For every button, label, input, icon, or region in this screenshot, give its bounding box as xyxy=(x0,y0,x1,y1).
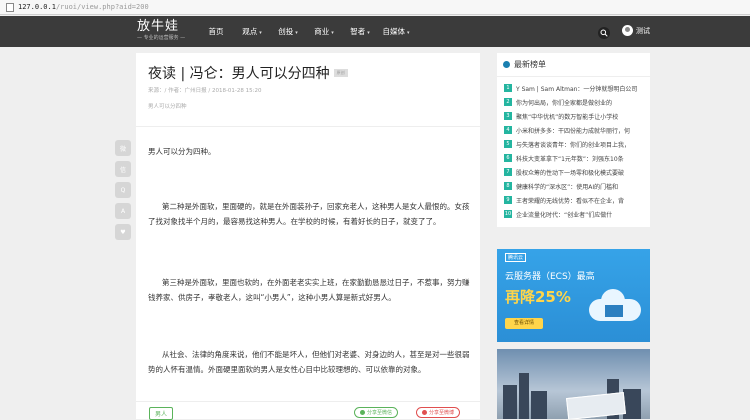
chevron-down-icon: ▾ xyxy=(295,30,298,36)
chevron-down-icon: ▾ xyxy=(259,30,262,36)
weibo-icon[interactable]: 微 xyxy=(115,140,131,156)
site-logo[interactable]: 放牛娃 — 专业的运营服务 — xyxy=(137,20,185,42)
wechat-icon[interactable]: 信 xyxy=(115,161,131,177)
list-item[interactable]: 3 聚焦“中华优机”的数万智能手让小学校 xyxy=(504,109,644,123)
logo-title: 放牛娃 xyxy=(137,19,180,34)
search-button[interactable] xyxy=(598,27,610,39)
main-menu: 首页 观点 ▾ 创投 ▾ 商业 ▾ 智者 ▾ 自媒体 ▾ xyxy=(198,16,414,47)
menu-item-opinion[interactable]: 观点 ▾ xyxy=(234,26,270,37)
list-item[interactable]: 7 股权众筹的性动下一场零和极化模式要破 xyxy=(504,165,644,179)
list-item[interactable]: 10 企业流量化时代：“创业者”们应做什 xyxy=(504,207,644,221)
menu-item-media[interactable]: 自媒体 ▾ xyxy=(378,26,414,37)
share-wechat-button[interactable]: 分享至微信 xyxy=(354,407,399,418)
article-summary: 男人可以分四种 xyxy=(148,104,187,110)
url-text[interactable]: 127.0.0.1/ruoi/view.php?aid=200 xyxy=(18,3,149,11)
list-item[interactable]: 2 你为何出局，你们全家都是做创业的 xyxy=(504,95,644,109)
article-title: 夜读 | 冯仑：男人可以分四种 xyxy=(148,66,330,82)
user-menu[interactable]: 测试 xyxy=(622,25,650,36)
building-shape xyxy=(623,389,641,419)
list-item[interactable]: 5 与失落者谈谈青年：你们的创业项目上我， xyxy=(504,137,644,151)
sidebar: 最新榜单 1Y Sam | Sam Altman：一分钟就想明白公司 2 你为何出… xyxy=(497,53,650,227)
article-meta: 来源：/ 作者：广州日报 / 2018-01-28 15:20 xyxy=(148,88,262,94)
city-photo-ad[interactable] xyxy=(497,349,650,419)
article-paragraph: 第三种是外面软，里面也软的，在外面老老实实上班，在家勤勤恳恳过日子，不惹事，努力… xyxy=(148,278,470,302)
chevron-down-icon: ▾ xyxy=(406,30,410,36)
ad-title: 云服务器（ECS）最高 xyxy=(505,272,595,282)
article-paragraph: 男人可以分为四种。 xyxy=(148,147,216,156)
original-badge: 原创 xyxy=(333,69,348,77)
menu-item-wise[interactable]: 智者 ▾ xyxy=(342,26,378,37)
hot-list-icon xyxy=(503,61,510,68)
building-shape xyxy=(503,385,517,419)
menu-item-venture[interactable]: 创投 ▾ xyxy=(270,26,306,37)
article-paragraph: 从社会、法律的角度来说，他们不能是坏人，但他们对老婆、对身边的人，甚至是对一些很… xyxy=(148,350,470,374)
chevron-down-icon: ▾ xyxy=(367,30,370,36)
list-item[interactable]: 4 小米和拼多多：干四份能力成就华丽行，何 xyxy=(504,123,644,137)
ad-headline: 再降25% xyxy=(505,288,571,306)
share-weibo-button[interactable]: 分享至微博 xyxy=(416,407,461,418)
page-icon xyxy=(6,2,14,12)
server-icon xyxy=(605,305,623,317)
list-item[interactable]: 1Y Sam | Sam Altman：一分钟就想明白公司 xyxy=(504,81,644,95)
qq-icon[interactable]: Q xyxy=(115,182,131,198)
menu-item-business[interactable]: 商业 ▾ xyxy=(306,26,342,37)
divider xyxy=(136,126,480,127)
list-item[interactable]: 9 王者荣耀的无线优势：看似不在企业，背 xyxy=(504,193,644,207)
article-tag[interactable]: 男人 xyxy=(149,407,174,420)
list-item[interactable]: 6 科技大变革拿下“1元年数”：刘强东10条 xyxy=(504,151,644,165)
font-size-icon[interactable]: A xyxy=(115,203,131,219)
browser-address-bar[interactable]: 127.0.0.1/ruoi/view.php?aid=200 xyxy=(0,0,750,15)
article-paragraph: 第二种是外面软，里面硬的，就是在外面装孙子，回家充老人，这种男人是女人最恨的。女… xyxy=(148,202,470,226)
article-title-row: 夜读 | 冯仑：男人可以分四种 原创 xyxy=(148,63,348,83)
chevron-down-icon: ▾ xyxy=(331,30,334,36)
ad-details-button[interactable]: 查看详情 xyxy=(505,318,543,329)
share-sidebar: 微 信 Q A ♥ xyxy=(115,140,131,240)
wechat-icon xyxy=(360,410,365,415)
user-name: 测试 xyxy=(636,26,650,35)
menu-item-home[interactable]: 首页 xyxy=(198,26,234,37)
hot-list-title: 最新榜单 xyxy=(514,60,546,69)
search-icon xyxy=(600,29,608,37)
top-navigation: 放牛娃 — 专业的运营服务 — 首页 观点 ▾ 创投 ▾ 商业 ▾ 智者 ▾ 自媒体 ▾ … xyxy=(0,16,750,47)
ad-brand-logo: 腾讯云 xyxy=(505,253,527,262)
list-item[interactable]: 8 健康科学的“深水区”：使用AI的门槛和 xyxy=(504,179,644,193)
article-panel: 夜读 | 冯仑：男人可以分四种 原创 来源：/ 作者：广州日报 / 2018-0… xyxy=(136,53,480,420)
weibo-icon xyxy=(422,410,427,415)
avatar xyxy=(622,25,633,36)
building-shape xyxy=(531,391,547,419)
logo-subtitle: — 专业的运营服务 — xyxy=(137,35,186,41)
cloud-server-ad[interactable]: 腾讯云 云服务器（ECS）最高 再降25% 查看详情 xyxy=(497,249,650,342)
like-icon[interactable]: ♥ xyxy=(115,224,131,240)
building-shape xyxy=(519,373,529,419)
hot-list: 1Y Sam | Sam Altman：一分钟就想明白公司 2 你为何出局，你们全… xyxy=(497,77,650,227)
hot-list-header: 最新榜单 xyxy=(497,53,650,77)
divider xyxy=(136,401,480,402)
